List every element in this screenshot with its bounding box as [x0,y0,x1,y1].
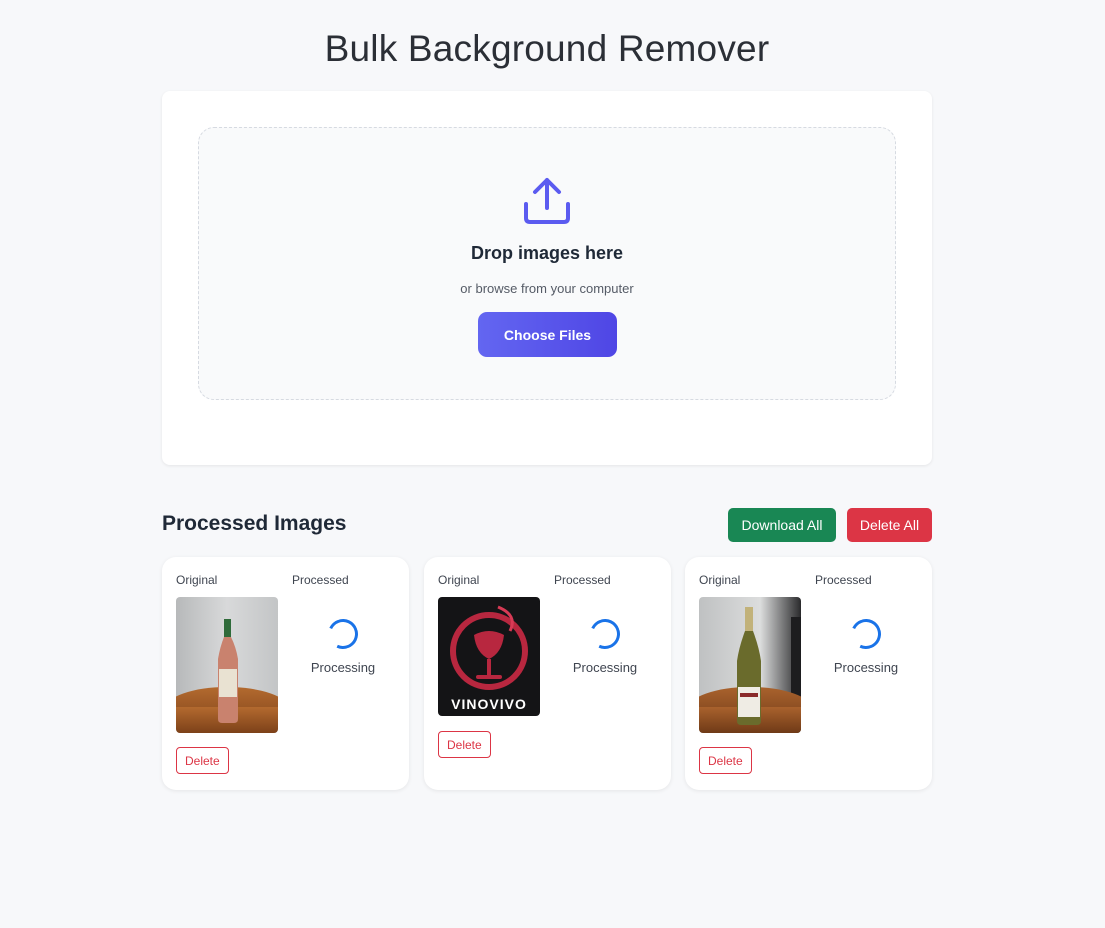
delete-all-button[interactable]: Delete All [847,508,932,542]
processing-spinner [585,614,625,654]
upload-card: Drop images here or browse from your com… [162,91,932,465]
delete-image-button[interactable]: Delete [438,731,491,758]
delete-image-button[interactable]: Delete [176,747,229,774]
logo-wordmark: VINOVIVO [451,696,527,712]
image-card: Original Processed Processing Delete [162,557,409,790]
drop-subtitle: or browse from your computer [460,281,634,296]
processing-status: Processing [310,660,376,675]
processed-label: Processed [292,573,349,587]
choose-files-button[interactable]: Choose Files [478,312,617,357]
processed-label: Processed [554,573,611,587]
processing-status: Processing [833,660,899,675]
processed-label: Processed [815,573,872,587]
original-label: Original [699,573,741,587]
original-label: Original [438,573,480,587]
image-card: Original Processed VINOVIVO Processing D… [424,557,671,790]
page-title: Bulk Background Remover [324,28,770,69]
upload-icon [524,178,570,224]
drop-title: Drop images here [470,243,624,263]
processing-spinner [846,614,886,654]
processed-images-title: Processed Images [162,512,347,535]
original-thumbnail: VINOVIVO [438,597,540,716]
original-thumbnail [176,597,278,733]
dropzone[interactable]: Drop images here or browse from your com… [198,127,896,400]
original-label: Original [176,573,218,587]
delete-image-button[interactable]: Delete [699,747,752,774]
processing-spinner [323,614,363,654]
download-all-button[interactable]: Download All [728,508,836,542]
processing-status: Processing [572,660,638,675]
image-card: Original Processed Processing Delete [685,557,932,790]
original-thumbnail [699,597,801,733]
